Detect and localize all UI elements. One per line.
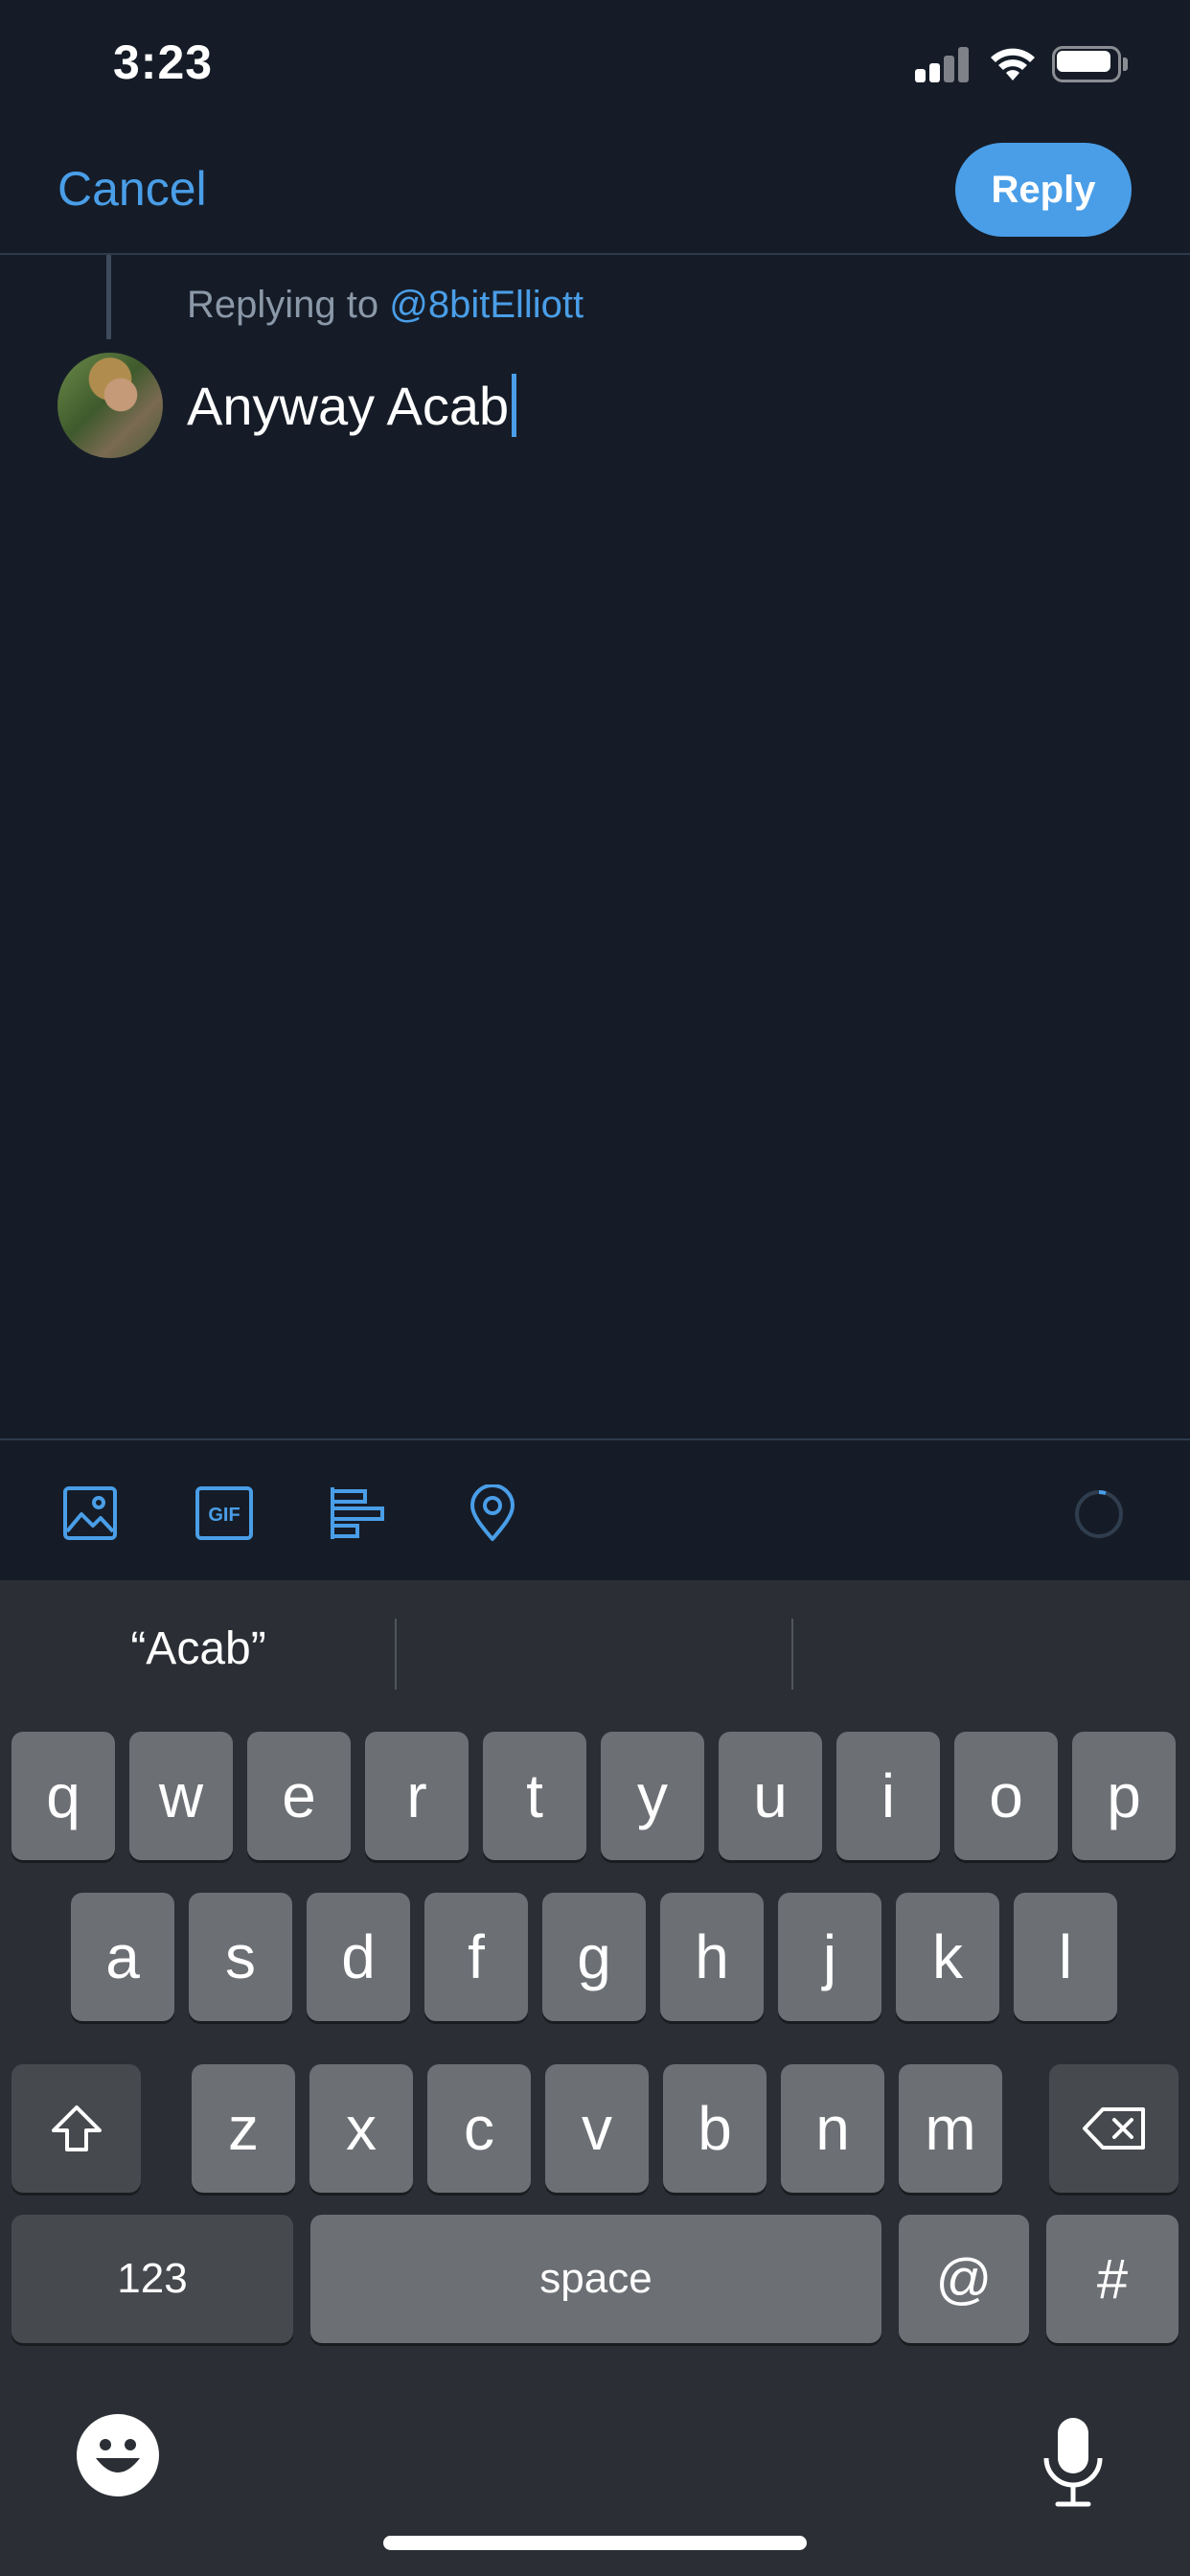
key-t[interactable]: t: [483, 1732, 586, 1860]
cellular-signal-icon: [915, 46, 971, 82]
space-key[interactable]: space: [310, 2215, 881, 2343]
battery-icon: [1052, 46, 1129, 82]
key-d[interactable]: d: [307, 1893, 410, 2021]
key-i[interactable]: i: [836, 1732, 940, 1860]
compose-reply-screen: 3:23 Cancel Reply Replying to @8bitEllio…: [0, 0, 1190, 2576]
compose-toolbar: GIF: [0, 1438, 1190, 1580]
key-w[interactable]: w: [129, 1732, 233, 1860]
microphone-icon[interactable]: [1039, 2414, 1108, 2510]
at-key[interactable]: @: [899, 2215, 1029, 2343]
key-v[interactable]: v: [545, 2064, 649, 2193]
prediction-1[interactable]: “Acab”: [0, 1622, 397, 1675]
key-e[interactable]: e: [247, 1732, 351, 1860]
replying-to-label: Replying to @8bitElliott: [187, 284, 584, 327]
prediction-divider: [395, 1619, 397, 1690]
gif-label: GIF: [208, 1505, 240, 1526]
thread-line: [106, 255, 111, 339]
key-m[interactable]: m: [899, 2064, 1002, 2193]
reply-button[interactable]: Reply: [955, 143, 1132, 237]
image-icon[interactable]: [59, 1483, 121, 1544]
key-h[interactable]: h: [660, 1893, 764, 2021]
poll-icon[interactable]: [327, 1483, 388, 1544]
keyboard: “Acab” 123 space @ # qwertyuiop asdfg h j…: [0, 1580, 1190, 2576]
gif-icon[interactable]: GIF: [194, 1483, 255, 1544]
key-p[interactable]: p: [1072, 1732, 1176, 1860]
key-f[interactable]: f: [424, 1893, 528, 2021]
key-u[interactable]: u: [719, 1732, 822, 1860]
shift-key[interactable]: [11, 2064, 141, 2193]
key-j[interactable]: j: [778, 1893, 881, 2021]
key-o[interactable]: o: [954, 1732, 1058, 1860]
key-n[interactable]: n: [781, 2064, 884, 2193]
replying-prefix: Replying to: [187, 284, 390, 326]
emoji-icon[interactable]: [77, 2414, 159, 2496]
key-b[interactable]: b: [663, 2064, 767, 2193]
key-a[interactable]: a: [71, 1893, 174, 2021]
predictive-bar: “Acab”: [0, 1580, 1190, 1726]
key-s[interactable]: s: [189, 1893, 292, 2021]
character-counter-icon: [1075, 1490, 1123, 1538]
text-cursor: [512, 374, 517, 437]
key-q[interactable]: q: [11, 1732, 115, 1860]
cancel-button[interactable]: Cancel: [57, 161, 207, 217]
location-icon[interactable]: [462, 1483, 523, 1544]
prediction-divider: [791, 1619, 793, 1690]
key-c[interactable]: c: [427, 2064, 531, 2193]
status-time: 3:23: [113, 35, 214, 89]
key-x[interactable]: x: [309, 2064, 413, 2193]
numbers-key[interactable]: 123: [11, 2215, 293, 2343]
avatar[interactable]: [57, 353, 163, 458]
compose-text-value: Anyway Acab: [187, 375, 510, 436]
shift-icon: [51, 2105, 102, 2151]
home-indicator: [383, 2536, 807, 2550]
status-bar: 3:23: [0, 0, 1190, 134]
key-z[interactable]: z: [192, 2064, 295, 2193]
wifi-icon: [991, 48, 1035, 80]
replying-handle-link[interactable]: @8bitElliott: [389, 284, 584, 326]
hash-key[interactable]: #: [1046, 2215, 1179, 2343]
compose-text-field[interactable]: Anyway Acab: [187, 374, 517, 437]
key-y[interactable]: y: [601, 1732, 704, 1860]
compose-nav-bar: Cancel Reply: [0, 134, 1190, 255]
backspace-icon: [1082, 2107, 1145, 2150]
key-l[interactable]: l: [1014, 1893, 1117, 2021]
delete-key[interactable]: [1049, 2064, 1179, 2193]
key-k[interactable]: k: [896, 1893, 999, 2021]
key-r[interactable]: r: [365, 1732, 469, 1860]
key-g[interactable]: g: [542, 1893, 646, 2021]
